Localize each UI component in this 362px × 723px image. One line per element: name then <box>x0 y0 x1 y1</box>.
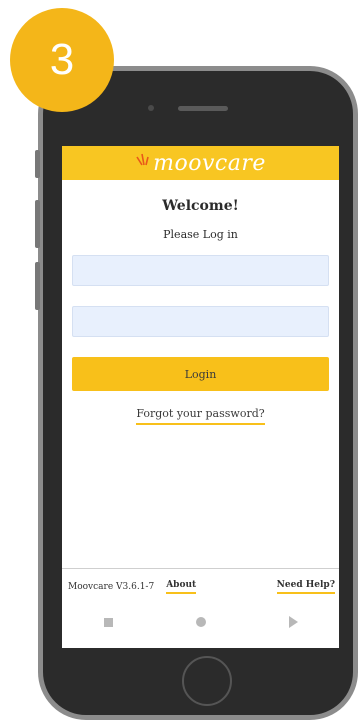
app-footer: Moovcare V3.6.1-7 About Need Help? <box>62 568 339 605</box>
back-triangle-icon[interactable] <box>288 616 298 628</box>
sun-rays-icon <box>136 153 149 166</box>
password-input[interactable] <box>72 306 329 337</box>
recent-apps-square-icon[interactable] <box>103 617 113 627</box>
forgot-password-link[interactable]: Forgot your password? <box>136 407 265 425</box>
phone-screen: moovcare Welcome! Please Log in Login Fo… <box>62 146 339 648</box>
login-button[interactable]: Login <box>72 357 329 391</box>
version-label: Moovcare V3.6.1-7 <box>68 582 155 592</box>
app-header: moovcare <box>62 146 339 180</box>
front-camera <box>148 105 154 111</box>
android-navigation-bar <box>62 604 339 640</box>
need-help-link[interactable]: Need Help? <box>276 580 335 594</box>
app-logo: moovcare <box>135 151 266 176</box>
welcome-heading: Welcome! <box>162 198 239 214</box>
phone-volume-down-button <box>35 262 40 310</box>
home-circle-icon[interactable] <box>195 617 206 627</box>
phone-volume-up-button <box>35 200 40 248</box>
phone-speaker <box>178 106 228 111</box>
login-prompt: Please Log in <box>163 228 238 241</box>
forgot-password-container: Forgot your password? <box>62 402 339 425</box>
logo-text: moovcare <box>153 150 266 176</box>
step-number-badge: 3 <box>10 8 114 112</box>
phone-mute-switch <box>35 150 40 178</box>
username-input[interactable] <box>72 255 329 286</box>
phone-home-button[interactable] <box>182 656 232 706</box>
about-link[interactable]: About <box>166 580 197 594</box>
